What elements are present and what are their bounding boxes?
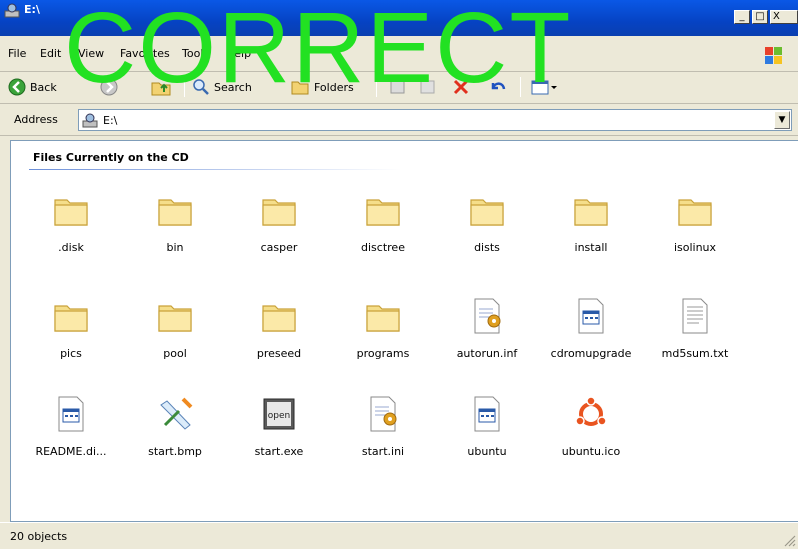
file-name-label: pool	[163, 347, 187, 360]
window-file-icon	[573, 297, 609, 335]
file-name-label: README.di...	[35, 445, 107, 458]
file-name-label: start.exe	[254, 445, 304, 458]
file-name-label: isolinux	[673, 241, 717, 254]
file-name-label: bin	[166, 241, 184, 254]
address-label: Address	[14, 113, 58, 126]
folder-item[interactable]: programs	[335, 297, 431, 387]
config-file-icon	[365, 395, 401, 433]
folder-item[interactable]: install	[543, 191, 639, 281]
address-value: E:\	[103, 114, 118, 127]
file-name-label: disctree	[361, 241, 405, 254]
file-item[interactable]: md5sum.txt	[647, 297, 743, 387]
back-button[interactable]: Back	[8, 76, 57, 98]
windows-logo-icon	[752, 42, 794, 70]
file-name-label: md5sum.txt	[661, 347, 729, 360]
text-file-icon	[677, 297, 713, 335]
file-name-label: autorun.inf	[456, 347, 518, 360]
folder-icon	[157, 191, 193, 229]
address-dropdown-button[interactable]: ▼	[774, 111, 790, 129]
svg-text:open: open	[268, 411, 290, 421]
ubuntu-logo-icon	[573, 395, 609, 433]
file-name-label: pics	[60, 347, 82, 360]
file-name-label: programs	[356, 347, 410, 360]
folder-item[interactable]: isolinux	[647, 191, 743, 281]
back-arrow-icon	[8, 78, 26, 96]
folder-item[interactable]: disctree	[335, 191, 431, 281]
folder-icon	[157, 297, 193, 335]
resize-grip-icon[interactable]	[782, 533, 796, 547]
file-item[interactable]: start.ini	[335, 395, 431, 485]
folder-item[interactable]: dists	[439, 191, 535, 281]
menu-file[interactable]: File	[8, 47, 26, 60]
file-name-label: cdromupgrade	[550, 347, 632, 360]
file-name-label: casper	[260, 241, 298, 254]
drive-icon	[82, 113, 98, 128]
explorer-window: E:\ _ □ X File Edit View Favorites Tools…	[0, 0, 798, 549]
file-item[interactable]: README.di...	[23, 395, 119, 485]
file-item[interactable]: open start.exe	[231, 395, 327, 485]
status-text: 20 objects	[10, 530, 68, 543]
window-file-icon	[53, 395, 89, 433]
folder-item[interactable]: .disk	[23, 191, 119, 281]
minimize-button[interactable]: _	[734, 10, 750, 24]
folder-item[interactable]: bin	[127, 191, 223, 281]
file-item[interactable]: start.bmp	[127, 395, 223, 485]
file-name-label: dists	[474, 241, 500, 254]
status-bar: 20 objects	[0, 522, 798, 549]
address-bar: Address E:\ ▼	[0, 104, 798, 136]
file-list-pane[interactable]: Files Currently on the CD .disk bin casper…	[10, 140, 798, 522]
bitmap-file-icon	[157, 395, 193, 433]
watermark-overlay-text: CORRECT	[64, 0, 573, 104]
folder-item[interactable]: casper	[231, 191, 327, 281]
menu-edit[interactable]: Edit	[40, 47, 61, 60]
file-name-label: ubuntu.ico	[561, 445, 621, 458]
file-name-label: install	[574, 241, 608, 254]
folder-icon	[677, 191, 713, 229]
group-header: Files Currently on the CD	[33, 151, 189, 164]
file-item[interactable]: ubuntu.ico	[543, 395, 639, 485]
folder-icon	[573, 191, 609, 229]
close-button[interactable]: X	[770, 10, 798, 24]
file-name-label: start.ini	[361, 445, 405, 458]
folder-icon	[53, 191, 89, 229]
back-label: Back	[30, 80, 57, 94]
file-item[interactable]: cdromupgrade	[543, 297, 639, 387]
folder-icon	[365, 191, 401, 229]
folder-icon	[53, 297, 89, 335]
maximize-button[interactable]: □	[752, 10, 768, 24]
drive-icon	[4, 3, 20, 18]
window-file-icon	[469, 395, 505, 433]
folder-item[interactable]: preseed	[231, 297, 327, 387]
address-input[interactable]: E:\ ▼	[78, 109, 792, 131]
folder-icon	[261, 191, 297, 229]
file-item[interactable]: ubuntu	[439, 395, 535, 485]
config-file-icon	[469, 297, 505, 335]
folder-icon	[365, 297, 401, 335]
file-name-label: start.bmp	[148, 445, 202, 458]
folder-item[interactable]: pool	[127, 297, 223, 387]
file-name-label: ubuntu	[467, 445, 507, 458]
group-divider	[29, 169, 401, 170]
file-name-label: preseed	[256, 347, 302, 360]
exe-file-icon: open	[261, 395, 297, 433]
file-item[interactable]: autorun.inf	[439, 297, 535, 387]
folder-item[interactable]: pics	[23, 297, 119, 387]
file-name-label: .disk	[58, 241, 84, 254]
window-title: E:\	[24, 3, 40, 16]
folder-icon	[261, 297, 297, 335]
folder-icon	[469, 191, 505, 229]
